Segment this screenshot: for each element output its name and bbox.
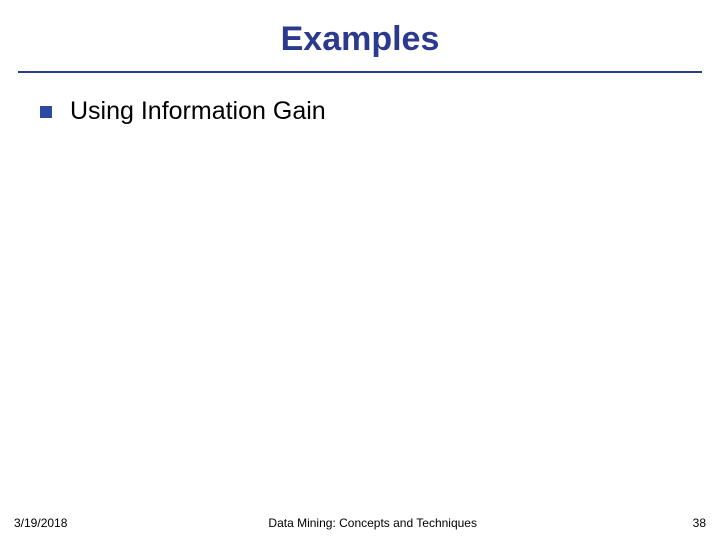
footer-date: 3/19/2018 [14,516,67,530]
bullet-text: Using Information Gain [70,97,326,126]
footer-center: Data Mining: Concepts and Techniques [67,516,678,530]
slide-body: Using Information Gain [0,73,720,126]
square-bullet-icon [40,106,52,118]
bullet-item: Using Information Gain [40,97,690,126]
slide-footer: 3/19/2018 Data Mining: Concepts and Tech… [0,516,720,530]
footer-page-number: 38 [678,516,706,530]
slide: Examples Using Information Gain 3/19/201… [0,0,720,540]
slide-title: Examples [0,0,720,59]
